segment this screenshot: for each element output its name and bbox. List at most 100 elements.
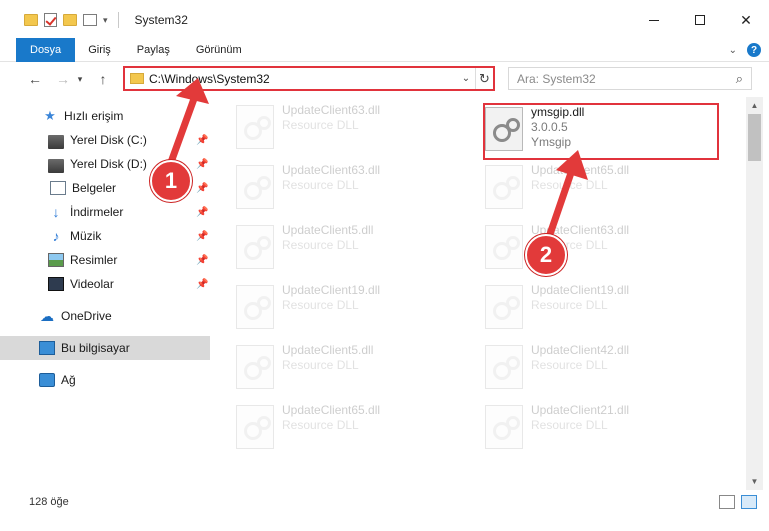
tab-home[interactable]: Giriş	[75, 38, 124, 62]
sidebar-item-label: Yerel Disk (C:)	[70, 133, 147, 147]
sidebar-item-label: Belgeler	[72, 181, 117, 195]
new-folder-icon[interactable]	[63, 14, 77, 26]
file-type: Resource DLL	[531, 418, 608, 432]
list-item[interactable]: UpdateClient21.dll Resource DLL	[461, 397, 691, 453]
disk-icon	[48, 158, 64, 173]
file-type: Resource DLL	[531, 298, 608, 312]
up-button[interactable]: ↑	[92, 68, 114, 90]
sidebar-item-pictures[interactable]: Resimler 📌	[0, 248, 210, 272]
search-placeholder: Ara: System32	[517, 71, 596, 86]
list-item[interactable]: UpdateClient65.dll Resource DLL	[461, 157, 691, 213]
list-item[interactable]: UpdateClient63.dll Resource DLL	[212, 157, 442, 213]
close-icon: ✕	[740, 11, 752, 28]
file-type: Resource DLL	[282, 118, 359, 132]
sidebar-item-label: Resimler	[70, 253, 118, 267]
folder-icon	[24, 14, 38, 26]
folder-icon	[130, 73, 144, 84]
list-item[interactable]: UpdateClient63.dll Resource DLL	[461, 217, 691, 273]
scroll-down-arrow-icon[interactable]: ▼	[746, 473, 763, 490]
minimize-icon	[649, 19, 659, 21]
sidebar-item-this-pc[interactable]: Bu bilgisayar	[0, 336, 210, 360]
pin-icon: 📌	[196, 158, 209, 170]
status-bar: 128 öğe	[0, 490, 769, 514]
file-name: UpdateClient21.dll	[531, 403, 630, 417]
star-icon: ★	[44, 108, 56, 123]
scrollbar-thumb[interactable]	[748, 114, 761, 161]
address-path[interactable]: C:\Windows\System32	[149, 72, 457, 86]
refresh-button[interactable]: ↻	[475, 68, 493, 89]
close-button[interactable]: ✕	[723, 0, 769, 40]
video-icon	[48, 277, 64, 291]
list-item[interactable]: UpdateClient19.dll Resource DLL	[212, 277, 442, 333]
pin-icon: 📌	[196, 182, 209, 194]
tab-view[interactable]: Görünüm	[183, 38, 255, 62]
customize-toolbar-dropdown-icon[interactable]: ▾	[103, 15, 108, 26]
file-name: UpdateClient5.dll	[282, 343, 374, 357]
sidebar-item-label: OneDrive	[61, 309, 112, 323]
search-input[interactable]: Ara: System32 ⌕	[508, 67, 752, 90]
sidebar-item-onedrive[interactable]: ☁ OneDrive	[0, 304, 210, 328]
sidebar-item-label: Videolar	[70, 277, 114, 291]
disk-icon	[48, 134, 64, 149]
file-name: UpdateClient19.dll	[282, 283, 381, 297]
dll-file-icon	[236, 285, 274, 329]
step-badge-2: 2	[525, 234, 567, 276]
sidebar-item-network[interactable]: Ağ	[0, 368, 210, 392]
forward-button[interactable]: →	[52, 68, 74, 90]
back-button[interactable]: ←	[24, 68, 46, 90]
help-icon[interactable]: ?	[747, 43, 761, 57]
list-item[interactable]: UpdateClient5.dll Resource DLL	[212, 337, 442, 393]
file-name: UpdateClient63.dll	[282, 163, 381, 177]
sidebar-item-local-disk-c[interactable]: Yerel Disk (C:) 📌	[0, 128, 210, 152]
dll-file-icon	[485, 225, 523, 269]
properties-icon[interactable]	[83, 14, 97, 26]
dll-file-icon	[485, 405, 523, 449]
list-item[interactable]: UpdateClient65.dll Resource DLL	[212, 397, 442, 453]
vertical-scrollbar[interactable]: ▲ ▼	[746, 97, 763, 490]
document-icon	[50, 181, 66, 195]
sidebar-item-videos[interactable]: Videolar 📌	[0, 272, 210, 296]
pin-icon: 📌	[196, 254, 209, 266]
maximize-button[interactable]	[677, 0, 723, 40]
sidebar-item-label: Ağ	[61, 373, 76, 387]
tab-share[interactable]: Paylaş	[124, 38, 183, 62]
expand-ribbon-chevron-icon[interactable]: ⌄	[729, 45, 737, 56]
sidebar-item-music[interactable]: ♪ Müzik 📌	[0, 224, 210, 248]
file-type: Resource DLL	[531, 178, 608, 192]
pin-icon: 📌	[196, 230, 209, 242]
step-badge-1: 1	[150, 160, 192, 202]
list-item[interactable]: UpdateClient5.dll Resource DLL	[212, 217, 442, 273]
list-item[interactable]: UpdateClient42.dll Resource DLL	[461, 337, 691, 393]
file-type: Resource DLL	[282, 238, 359, 252]
file-name: UpdateClient65.dll	[531, 163, 630, 177]
file-type: Resource DLL	[282, 298, 359, 312]
details-view-icon[interactable]	[719, 495, 735, 509]
pictures-icon	[48, 253, 64, 267]
minimize-button[interactable]	[631, 0, 677, 40]
cloud-icon: ☁	[40, 308, 54, 324]
file-name: UpdateClient19.dll	[531, 283, 630, 297]
large-icons-view-icon[interactable]	[741, 495, 757, 509]
address-bar[interactable]: C:\Windows\System32 ⌄ ↻	[123, 66, 495, 91]
list-item[interactable]: UpdateClient63.dll Resource DLL	[212, 97, 442, 153]
window-title: System32	[134, 13, 188, 27]
tab-file[interactable]: Dosya	[16, 37, 76, 62]
sidebar-item-downloads[interactable]: ↓ İndirmeler 📌	[0, 200, 210, 224]
dll-file-icon	[236, 165, 274, 209]
sidebar-item-label: İndirmeler	[70, 205, 124, 219]
scroll-up-arrow-icon[interactable]: ▲	[746, 97, 763, 114]
address-dropdown-icon[interactable]: ⌄	[457, 73, 475, 84]
file-type: Resource DLL	[531, 358, 608, 372]
address-row: ← → ▾ ↑ C:\Windows\System32 ⌄ ↻ Ara: Sys…	[0, 63, 769, 95]
dll-file-icon	[485, 285, 523, 329]
toolbar-divider	[117, 12, 119, 28]
sidebar-item-label: Yerel Disk (D:)	[70, 157, 147, 171]
dll-file-icon	[236, 405, 274, 449]
recent-locations-dropdown[interactable]: ▾	[74, 68, 86, 90]
properties-check-icon[interactable]	[44, 13, 57, 27]
sidebar-item-quick-access[interactable]: ★ Hızlı erişim	[0, 104, 210, 128]
download-icon: ↓	[52, 204, 60, 220]
view-buttons	[719, 495, 757, 509]
search-icon[interactable]: ⌕	[736, 71, 743, 87]
list-item[interactable]: UpdateClient19.dll Resource DLL	[461, 277, 691, 333]
